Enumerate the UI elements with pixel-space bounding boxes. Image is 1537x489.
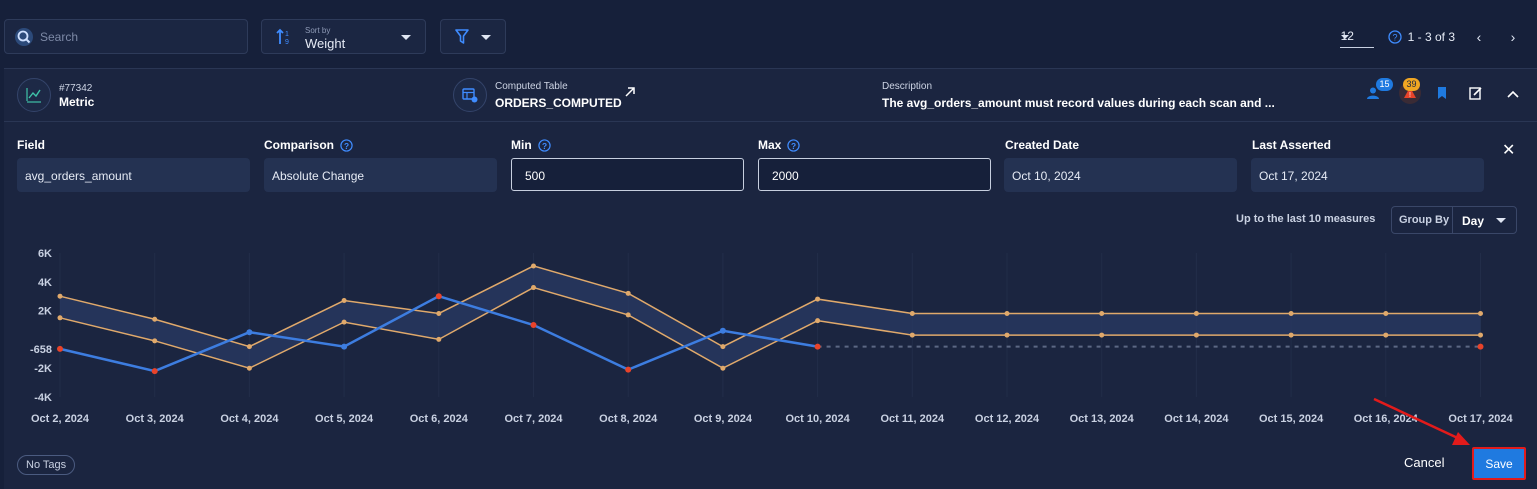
x-tick-label: Oct 3, 2024 xyxy=(126,413,185,425)
x-tick-label: Oct 12, 2024 xyxy=(975,413,1040,425)
svg-text:1: 1 xyxy=(285,31,289,38)
search-icon xyxy=(15,27,33,46)
sort-caption: Sort by xyxy=(305,26,331,35)
actual-value-point xyxy=(341,343,348,350)
x-tick-label: Oct 6, 2024 xyxy=(410,413,469,425)
y-tick-label: 4K xyxy=(38,277,52,289)
chevron-down-icon xyxy=(1340,35,1349,39)
svg-text:?: ? xyxy=(1392,33,1397,43)
anomaly-point xyxy=(625,366,632,373)
x-tick-label: Oct 16, 2024 xyxy=(1354,413,1419,425)
filter-button[interactable] xyxy=(440,19,506,54)
anomaly-point xyxy=(814,343,821,350)
upper-bound-point xyxy=(57,293,63,299)
prev-page-icon[interactable]: ‹ xyxy=(1469,29,1489,45)
upper-bound-point xyxy=(815,296,821,302)
lower-bound-point xyxy=(909,332,915,338)
lower-bound-point xyxy=(1478,332,1483,338)
anomaly-point xyxy=(57,345,63,352)
upper-bound-point xyxy=(436,310,442,316)
actual-value-point xyxy=(719,327,726,334)
upper-bound-point xyxy=(625,290,631,296)
anomaly-point xyxy=(1477,343,1484,350)
anomaly-point xyxy=(530,322,537,328)
upper-bound-point xyxy=(720,344,726,350)
upper-bound-point xyxy=(1288,310,1294,316)
metric-chart: 6K 4K 2K -658 -2K -4K Oct 2, 2024 Oct 3, 2024 Oc… xyxy=(30,248,1514,425)
chevron-down-icon xyxy=(481,35,491,40)
svg-text:9: 9 xyxy=(285,39,289,46)
pagination: 12 ? 1 - 3 of 3 ‹ › xyxy=(1339,22,1537,52)
y-tick-label: 2K xyxy=(38,306,52,318)
x-tick-label: Oct 9, 2024 xyxy=(694,413,753,425)
chevron-down-icon xyxy=(401,35,411,40)
upper-bound-point xyxy=(1193,310,1199,316)
anomaly-point xyxy=(151,368,158,375)
x-tick-label: Oct 4, 2024 xyxy=(220,413,279,425)
lower-bound-point xyxy=(1193,332,1199,338)
toolbar: 1 9 Sort by Weight 12 ? 1 - 3 of 3 ‹ › xyxy=(0,0,1537,68)
tags-badge[interactable]: No Tags xyxy=(17,455,76,475)
upper-bound-point xyxy=(531,263,536,269)
save-button[interactable]: Save xyxy=(1472,447,1526,480)
x-tick-label: Oct 10, 2024 xyxy=(785,413,850,425)
sort-dropdown[interactable]: 1 9 Sort by Weight xyxy=(261,19,426,54)
x-tick-label: Oct 15, 2024 xyxy=(1259,413,1324,425)
sort-icon: 1 9 xyxy=(276,28,289,46)
lower-bound-point xyxy=(625,312,631,318)
x-tick-label: Oct 2, 2024 xyxy=(31,413,90,425)
upper-bound-point xyxy=(1383,310,1389,316)
y-tick-label: -2K xyxy=(34,363,52,375)
y-tick-label: -658 xyxy=(30,344,52,356)
x-tick-label: Oct 14, 2024 xyxy=(1164,413,1229,425)
threshold-band xyxy=(60,265,1481,369)
filter-icon xyxy=(455,29,469,44)
actual-value-point xyxy=(246,329,253,336)
x-tick-label: Oct 13, 2024 xyxy=(1070,413,1135,425)
cancel-button[interactable]: Cancel xyxy=(1404,455,1444,470)
x-tick-label: Oct 7, 2024 xyxy=(504,413,563,425)
y-tick-label: 6K xyxy=(38,248,52,260)
lower-bound-point xyxy=(1099,332,1105,338)
help-icon[interactable]: ? xyxy=(1387,30,1402,44)
lower-bound-point xyxy=(246,365,252,371)
lower-bound-point xyxy=(341,319,347,325)
sort-value: Weight xyxy=(305,36,346,51)
next-page-icon[interactable]: › xyxy=(1503,29,1523,45)
upper-bound-point xyxy=(909,310,915,316)
lower-bound-point xyxy=(1383,332,1389,338)
upper-bound-point xyxy=(246,344,252,350)
lower-bound-point xyxy=(152,338,158,344)
page-size-select[interactable]: 12 xyxy=(1339,26,1374,48)
search-box[interactable] xyxy=(4,19,248,54)
x-tick-label: Oct 17, 2024 xyxy=(1448,413,1513,425)
lower-bound-point xyxy=(531,285,536,291)
lower-bound-point xyxy=(720,365,726,371)
upper-bound-point xyxy=(152,316,158,322)
x-tick-label: Oct 5, 2024 xyxy=(315,413,374,425)
lower-bound-point xyxy=(815,318,821,324)
lower-bound-point xyxy=(1288,332,1294,338)
upper-bound-point xyxy=(341,298,347,304)
y-tick-label: -4K xyxy=(34,392,52,404)
lower-bound-point xyxy=(436,336,442,342)
page-range: 1 - 3 of 3 xyxy=(1407,30,1455,44)
upper-bound-point xyxy=(1099,310,1105,316)
lower-bound-point xyxy=(57,315,63,321)
x-tick-label: Oct 8, 2024 xyxy=(599,413,658,425)
check-card: #77342 Metric Computed Table ORDERS_COMP… xyxy=(4,68,1537,489)
lower-bound-point xyxy=(1004,332,1010,338)
upper-bound-point xyxy=(1004,310,1010,316)
x-tick-label: Oct 11, 2024 xyxy=(880,413,944,425)
anomaly-point xyxy=(435,293,442,300)
search-input[interactable] xyxy=(40,29,230,44)
upper-bound-point xyxy=(1478,310,1483,316)
